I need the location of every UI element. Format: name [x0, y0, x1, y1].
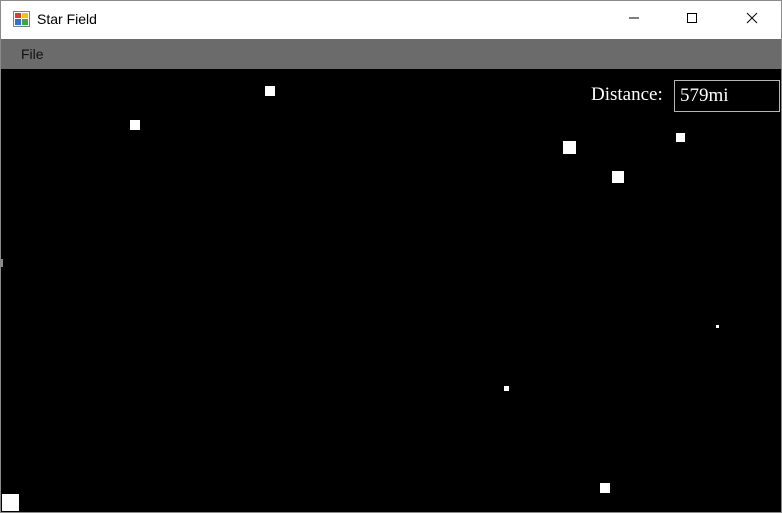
star: [2, 494, 19, 511]
app-icon: [13, 11, 30, 27]
star: [265, 86, 275, 96]
menu-file[interactable]: File: [9, 39, 56, 69]
maximize-icon: [686, 11, 698, 29]
star-field-window: Star Field File Distance:: [0, 0, 782, 513]
star: [504, 386, 509, 391]
star: [130, 120, 140, 130]
title-bar[interactable]: Star Field: [1, 1, 781, 39]
star: [612, 171, 624, 183]
distance-label: Distance:: [591, 84, 663, 105]
maximize-button[interactable]: [669, 1, 715, 39]
minimize-button[interactable]: [611, 1, 657, 39]
window-title: Star Field: [37, 11, 97, 27]
star: [716, 325, 719, 328]
star: [600, 483, 610, 493]
close-button[interactable]: [729, 1, 775, 39]
star: [563, 141, 576, 154]
star: [676, 133, 685, 142]
star-field-canvas[interactable]: Distance:: [1, 69, 781, 512]
left-edge-marker: [1, 259, 3, 267]
menu-bar: File: [1, 39, 781, 69]
distance-field[interactable]: [674, 80, 780, 112]
minimize-icon: [628, 11, 640, 29]
close-icon: [746, 11, 758, 29]
